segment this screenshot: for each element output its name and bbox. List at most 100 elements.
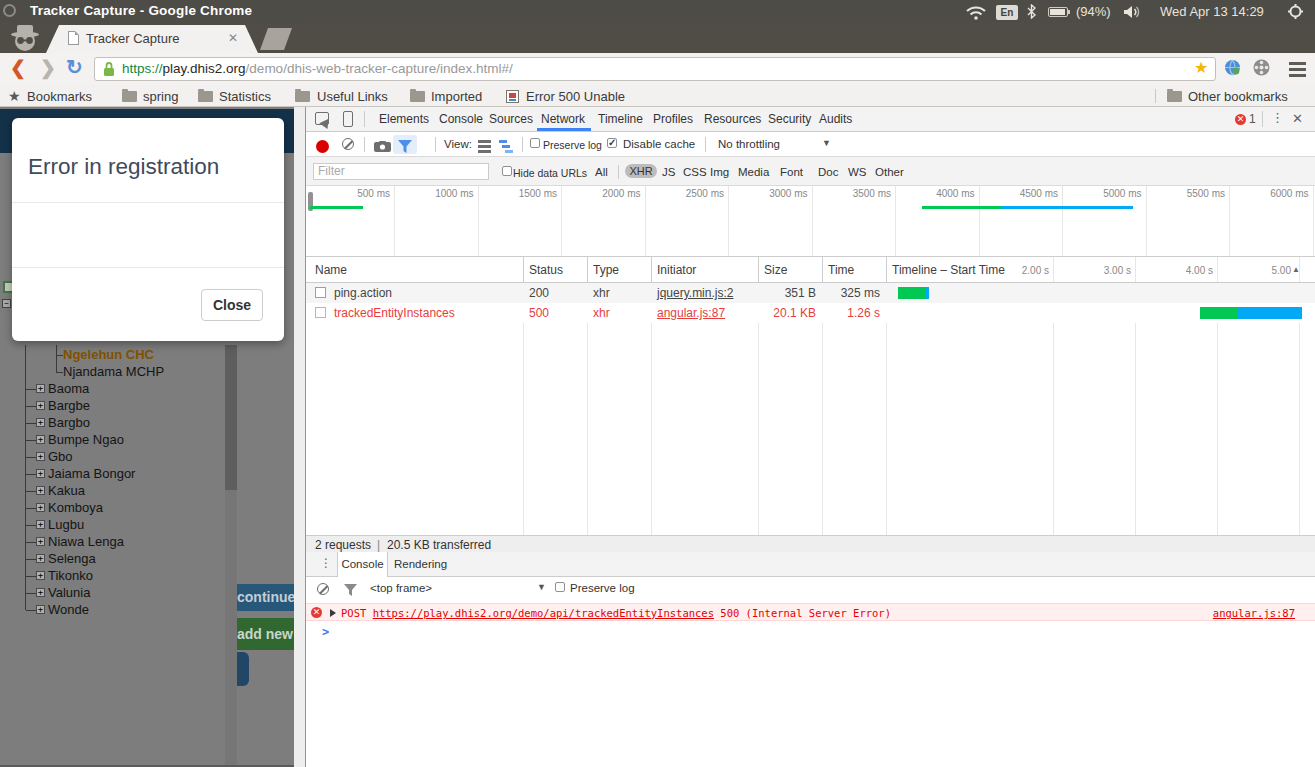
tree-item-bumpe-ngao[interactable]: Bumpe Ngao (48, 432, 124, 448)
new-tab-button[interactable] (260, 28, 292, 50)
wifi-icon[interactable] (966, 6, 986, 20)
filter-pill-js[interactable]: JS (662, 166, 675, 178)
frame-select[interactable]: <top frame> (370, 582, 432, 594)
tree-expand-icon[interactable]: + (36, 554, 45, 563)
console-error-url[interactable]: https://play.dhis2.org/demo/api/trackedE… (373, 607, 714, 619)
filter-input[interactable]: Filter (313, 163, 489, 180)
column-header-initiator[interactable]: Initiator (657, 263, 696, 277)
tree-expand-icon[interactable]: + (36, 401, 45, 410)
bookmark-star-icon[interactable]: ★ (1194, 58, 1208, 77)
tree-item-baoma[interactable]: Baoma (48, 381, 89, 397)
tree-item-wonde[interactable]: Wonde (48, 602, 89, 618)
column-separator[interactable] (523, 257, 524, 282)
drawer-tab-rendering[interactable]: Rendering (394, 558, 447, 570)
tree-expand-icon[interactable]: + (36, 605, 45, 614)
bookmark-folder-useful-links[interactable]: Useful Links (317, 89, 388, 104)
tree-scrollbar-thumb[interactable] (225, 345, 237, 490)
padlock-icon[interactable] (103, 61, 115, 77)
filter-pill-doc[interactable]: Doc (818, 166, 838, 178)
disable-cache-checkbox[interactable] (607, 138, 617, 148)
session-gear-icon[interactable] (1288, 4, 1303, 19)
bookmarks-star-icon[interactable]: ★ (8, 88, 21, 104)
add-new-button[interactable]: add new (237, 618, 295, 650)
bookmark-folder-statistics[interactable]: Statistics (219, 89, 271, 104)
devtools-tab-sources[interactable]: Sources (489, 112, 533, 126)
volume-icon[interactable] (1124, 5, 1142, 19)
bookmark-label[interactable]: Bookmarks (27, 89, 92, 104)
screenshot-camera-icon[interactable] (374, 141, 391, 152)
tree-expand-icon[interactable]: + (36, 384, 45, 393)
tree-root-toggle[interactable]: − (2, 299, 11, 308)
tree-item-njandama-mchp[interactable]: Njandama MCHP (63, 364, 164, 380)
filter-pill-ws[interactable]: WS (848, 166, 867, 178)
inspect-element-icon[interactable] (315, 112, 329, 125)
devtools-tab-resources[interactable]: Resources (704, 112, 761, 126)
request-initiator[interactable]: jquery.min.js:2 (657, 286, 733, 300)
keyboard-indicator[interactable]: En (996, 5, 1018, 20)
request-row-trackedEntityInstances[interactable]: trackedEntityInstances500xhrangular.js:8… (306, 303, 1315, 323)
menu-icon[interactable] (1289, 62, 1306, 80)
filter-pill-font[interactable]: Font (780, 166, 803, 178)
devtools-tab-profiles[interactable]: Profiles (653, 112, 693, 126)
error-count[interactable]: 1 (1249, 112, 1256, 126)
error-count-icon[interactable]: ✕ (1235, 114, 1246, 125)
throttling-dropdown-icon[interactable]: ▼ (822, 138, 831, 148)
tree-expand-icon[interactable]: + (36, 435, 45, 444)
devtools-tab-security[interactable]: Security (768, 112, 811, 126)
filter-pill-img[interactable]: Img (710, 166, 729, 178)
column-separator[interactable] (587, 257, 588, 282)
console-error-source-link[interactable]: angular.js:87 (1213, 607, 1295, 619)
filter-pill-media[interactable]: Media (738, 166, 769, 178)
tree-item-niawa-lenga[interactable]: Niawa Lenga (48, 534, 124, 550)
column-separator[interactable] (758, 257, 759, 282)
column-header-time[interactable]: Time (828, 263, 854, 277)
battery-icon[interactable] (1048, 7, 1068, 17)
film-icon[interactable] (1253, 59, 1270, 76)
devtools-tab-network[interactable]: Network (541, 112, 585, 126)
filter-pill-other[interactable]: Other (875, 166, 904, 178)
tree-item-kakua[interactable]: Kakua (48, 483, 85, 499)
devtools-close-icon[interactable]: ✕ (1292, 111, 1303, 126)
column-header-status[interactable]: Status (529, 263, 563, 277)
tree-expand-icon[interactable]: + (36, 486, 45, 495)
tab-close-icon[interactable]: ✕ (228, 31, 238, 45)
bookmark-error-500[interactable]: Error 500 Unable (526, 89, 625, 104)
device-toolbar-icon[interactable] (343, 111, 353, 127)
tree-item-ngelehun-chc[interactable]: Ngelehun CHC (63, 347, 154, 363)
tree-expand-icon[interactable]: + (36, 469, 45, 478)
devtools-tab-timeline[interactable]: Timeline (598, 112, 643, 126)
view-list-icon[interactable] (478, 140, 491, 153)
partial-button[interactable] (237, 652, 249, 686)
hide-data-urls-checkbox[interactable] (502, 166, 512, 176)
column-header-name[interactable]: Name (315, 263, 347, 277)
tree-expand-icon[interactable]: + (36, 520, 45, 529)
column-separator[interactable] (822, 257, 823, 282)
view-waterfall-icon[interactable] (499, 140, 513, 153)
column-header-type[interactable]: Type (593, 263, 619, 277)
tree-item-bargbe[interactable]: Bargbe (48, 398, 90, 414)
devtools-tab-elements[interactable]: Elements (379, 112, 429, 126)
tree-expand-icon[interactable]: + (36, 537, 45, 546)
bookmark-folder-spring[interactable]: spring (143, 89, 178, 104)
console-filter-icon[interactable] (344, 584, 357, 596)
filter-pill-css[interactable]: CSS (683, 166, 707, 178)
filter-icon[interactable] (398, 140, 412, 153)
request-row-ping.action[interactable]: ping.action200xhrjquery.min.js:2351 B325… (306, 283, 1315, 303)
tree-item-gbo[interactable]: Gbo (48, 449, 73, 465)
clear-icon[interactable] (342, 138, 354, 150)
record-button[interactable] (316, 140, 329, 153)
tree-expand-icon[interactable]: + (36, 503, 45, 512)
filter-pill-xhr[interactable]: XHR (625, 164, 657, 178)
tree-item-jaiama-bongor[interactable]: Jaiama Bongor (48, 466, 135, 482)
drawer-tab-console[interactable]: Console (337, 552, 388, 577)
tree-expand-icon[interactable]: + (36, 452, 45, 461)
frame-dropdown-icon[interactable]: ▼ (537, 582, 546, 592)
bluetooth-icon[interactable] (1027, 4, 1036, 19)
bookmark-folder-imported[interactable]: Imported (431, 89, 482, 104)
globe-icon[interactable] (1224, 59, 1241, 76)
tree-item-komboya[interactable]: Komboya (48, 500, 103, 516)
forward-button[interactable]: ❯ (40, 56, 56, 79)
tree-expand-icon[interactable]: + (36, 418, 45, 427)
modal-close-button[interactable]: Close (201, 289, 263, 321)
tree-item-selenga[interactable]: Selenga (48, 551, 96, 567)
